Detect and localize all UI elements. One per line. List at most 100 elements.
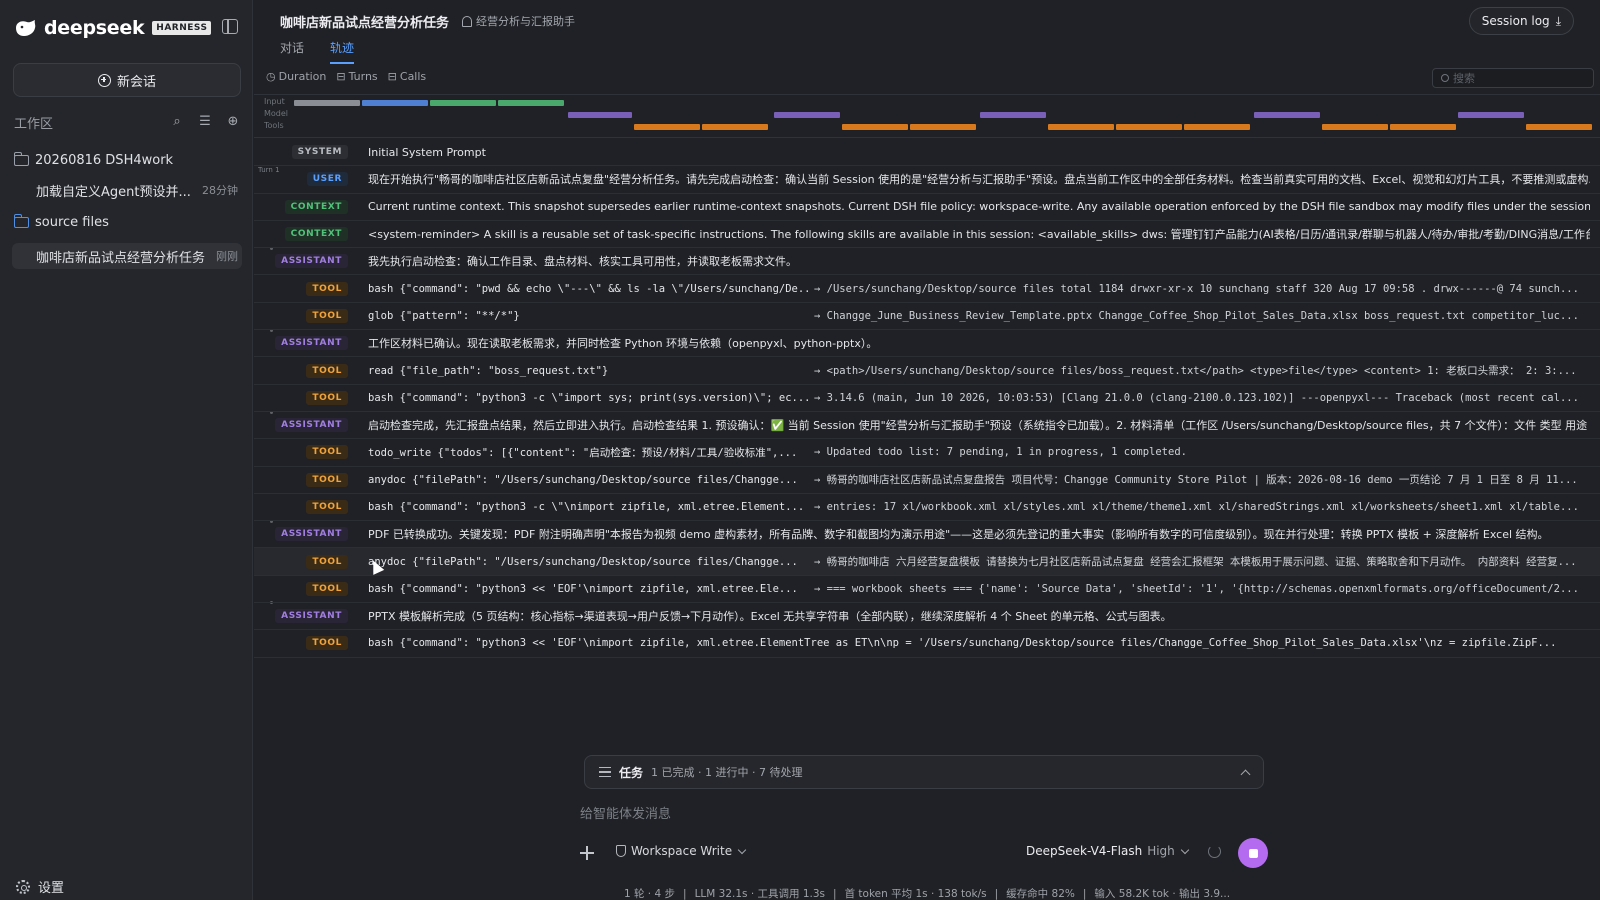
trace-row[interactable]: USER 现在开始执行"畅哥的咖啡店社区店新品试点复盘"经营分析任务。请先完成启动… <box>254 166 1600 194</box>
filter-icon[interactable]: ☰ <box>198 115 212 129</box>
trace-row[interactable]: TOOL bash {"command": "python3 -c \"\nimp… <box>254 494 1600 522</box>
message-text: Current runtime context. This snapshot s… <box>368 200 1590 214</box>
tree-folder-label: 20260816 DSH4work <box>35 152 174 168</box>
tree-session-item[interactable]: 加载自定义Agent预设并... 28分钟 <box>36 180 238 200</box>
tree-session-time: 28分钟 <box>202 184 238 197</box>
composer: Workspace Write DeepSeek-V4-Flash High <box>570 797 1276 883</box>
metric-calls[interactable]: ⊟ Calls <box>388 70 426 83</box>
model-select[interactable]: DeepSeek-V4-Flash High <box>1026 844 1190 858</box>
trace-row[interactable]: TOOL bash {"command": "python3 << 'EOF'\n… <box>254 576 1600 604</box>
trace-row[interactable]: TOOL bash {"command": "python3 -c \"impor… <box>254 385 1600 412</box>
timeline-input-segment <box>362 100 428 106</box>
timeline-tool-segment <box>1390 124 1456 130</box>
timeline-tool-segment <box>1322 124 1388 130</box>
tool-call-text: glob {"pattern": "**/*"} <box>368 309 520 322</box>
tool-result-text: → /Users/sunchang/Desktop/source files t… <box>814 282 1579 295</box>
model-label: DeepSeek-V4-Flash <box>1026 844 1143 858</box>
metric-turns[interactable]: ⊟ Turns <box>336 70 377 83</box>
assistant-preset-tag[interactable]: 经营分析与汇报助手 <box>462 13 575 29</box>
tool-result-text: → Changge_June_Business_Review_Template.… <box>814 309 1579 322</box>
timeline-model-segment <box>568 112 632 118</box>
tree-folder-source-files[interactable]: source files <box>13 211 109 233</box>
session-log-label: Session log <box>1481 14 1550 28</box>
new-chat-label: 新会话 <box>116 74 156 90</box>
stop-button[interactable] <box>1238 838 1268 868</box>
trace-row[interactable]: TOOL bash {"command": "pwd && echo \"---\… <box>254 275 1600 303</box>
trace-row[interactable]: CONTEXT <system-reminder> A skill is a re… <box>254 221 1600 249</box>
trace-row[interactable]: ASSISTANT 我先执行启动检查：确认工作目录、盘点材料、核实工具可用性，并读… <box>254 248 1600 276</box>
clock-icon: ◷ <box>266 70 276 83</box>
brand-name: deepseek <box>44 17 145 39</box>
new-chat-button[interactable]: 新会话 <box>13 63 241 97</box>
tree-session-time: 刚刚 <box>216 250 238 263</box>
search-icon[interactable]: ⌕ <box>170 115 184 129</box>
trace-search[interactable] <box>1432 68 1594 88</box>
search-icon <box>1441 74 1449 82</box>
tool-call-text: bash {"command": "python3 << 'EOF'\nimpo… <box>368 637 1557 650</box>
tree-session-item-active[interactable]: 咖啡店新品试点经营分析任务 刚刚 <box>36 246 238 266</box>
metric-duration[interactable]: ◷ Duration <box>266 70 326 83</box>
trace-log: SYSTEM Initial System Prompt USER 现在开始执行"畅哥… <box>254 139 1600 658</box>
trace-row[interactable]: ASSISTANT 启动检查完成，先汇报盘点结果，然后立即进入执行。启动检查结果 … <box>254 412 1600 440</box>
timeline-label-tools: Tools <box>264 121 284 130</box>
timeline-strip[interactable]: Input Model Tools <box>254 94 1600 138</box>
effort-label: High <box>1147 844 1175 858</box>
status-bar: 1 轮 · 4 步 | LLM 32.1s · 工具调用 1.3s | 首 token … <box>254 886 1600 900</box>
tab-chat[interactable]: 对话 <box>280 39 304 64</box>
workspace-mode-label: Workspace Write <box>631 844 733 858</box>
workspace-header: 工作区 ⌕ ☰ ⊕ <box>14 113 240 132</box>
trace-row[interactable]: TOOL todo_write {"todos": [{"content": "启… <box>254 439 1600 467</box>
turns-icon: ⊟ <box>336 70 346 83</box>
sidebar: deepseek HARNESS 新会话 工作区 ⌕ ☰ ⊕ 20260816 … <box>0 0 253 900</box>
timeline-tool-segment <box>634 124 700 130</box>
trace-row[interactable]: TOOL read {"file_path": "boss_request.txt… <box>254 357 1600 385</box>
view-tabs: 对话 轨迹 <box>280 39 355 64</box>
message-text: PDF 已转换成功。关键发现：PDF 附注明确声明"本报告为视频 demo 虚构… <box>368 528 1549 542</box>
status-separator: | <box>683 888 687 900</box>
trace-row[interactable]: ASSISTANT 工作区材料已确认。现在读取老板需求，并同时检查 Python … <box>254 330 1600 358</box>
message-input[interactable] <box>580 803 1260 829</box>
tool-call-text: bash {"command": "python3 -c \"import sy… <box>368 391 808 404</box>
trace-row[interactable]: TOOL anydoc {"filePath": "/Users/sunchang… <box>254 467 1600 494</box>
tool-call-text: bash {"command": "python3 -c \"\nimport … <box>368 501 805 513</box>
trace-row[interactable]: CONTEXT Current runtime context. This sna… <box>254 194 1600 221</box>
tab-trace[interactable]: 轨迹 <box>330 39 355 64</box>
tool-call-text: anydoc {"filePath": "/Users/sunchang/Des… <box>368 555 798 568</box>
calls-icon: ⊟ <box>387 70 397 83</box>
status-item: 输入 58.2K tok · 输出 3.9... <box>1094 888 1231 900</box>
timeline-input-segment <box>498 100 564 106</box>
metric-duration-label: Duration <box>278 70 327 83</box>
status-item: LLM 32.1s · 工具调用 1.3s <box>694 888 826 900</box>
trace-row[interactable]: ASSISTANT PPTX 模板解析完成（5 页结构：核心指标→渠道表现→用户反… <box>254 603 1600 631</box>
trace-row[interactable]: TOOL bash {"command": "python3 << 'EOF'\n… <box>254 630 1600 658</box>
timeline-label-model: Model <box>264 109 289 118</box>
settings-button[interactable]: 设置 <box>16 877 64 896</box>
role-badge: TOOL <box>306 636 348 651</box>
new-folder-icon[interactable]: ⊕ <box>226 115 240 129</box>
status-item: 首 token 平均 1s · 138 tok/s <box>844 888 987 900</box>
tree-folder-dsh4work[interactable]: 20260816 DSH4work <box>13 149 174 171</box>
brand[interactable]: deepseek HARNESS <box>14 16 212 40</box>
role-badge: TOOL <box>306 363 348 378</box>
attach-plus-icon[interactable] <box>580 846 594 860</box>
session-log-button[interactable]: Session log ⤓ <box>1468 7 1574 35</box>
trace-row[interactable]: ASSISTANT PDF 已转换成功。关键发现：PDF 附注明确声明"本报告为视… <box>254 521 1600 549</box>
timeline-input-segment <box>430 100 496 106</box>
gear-icon <box>16 879 30 894</box>
trace-row[interactable]: SYSTEM Initial System Prompt <box>254 139 1600 167</box>
chevron-up-icon[interactable] <box>1240 769 1251 779</box>
sidebar-toggle-icon[interactable] <box>222 19 238 34</box>
page-title: 咖啡店新品试点经营分析任务 <box>280 16 450 31</box>
trace-row[interactable]: TOOL glob {"pattern": "**/*"} → Changge_Ju… <box>254 303 1600 331</box>
message-text: <system-reminder> A skill is a reusable … <box>368 228 1590 242</box>
role-badge: TOOL <box>306 390 348 405</box>
role-badge: ASSISTANT <box>275 336 348 351</box>
tree-session-label: 咖啡店新品试点经营分析任务 <box>36 250 206 266</box>
workspace-mode-select[interactable]: Workspace Write <box>616 844 747 858</box>
metric-turns-label: Turns <box>348 70 378 83</box>
trace-row[interactable]: TOOL anydoc {"filePath": "/Users/sunchang… <box>254 548 1600 576</box>
task-panel[interactable]: 任务 1 已完成 · 1 进行中 · 7 待处理 <box>584 755 1264 789</box>
tool-result-text: → 畅哥的咖啡店 六月经营复盘模板 请替换为七月社区店新品试点复盘 经营会汇报框… <box>814 556 1577 569</box>
trace-search-input[interactable] <box>1453 71 1583 85</box>
metric-calls-label: Calls <box>399 70 427 83</box>
